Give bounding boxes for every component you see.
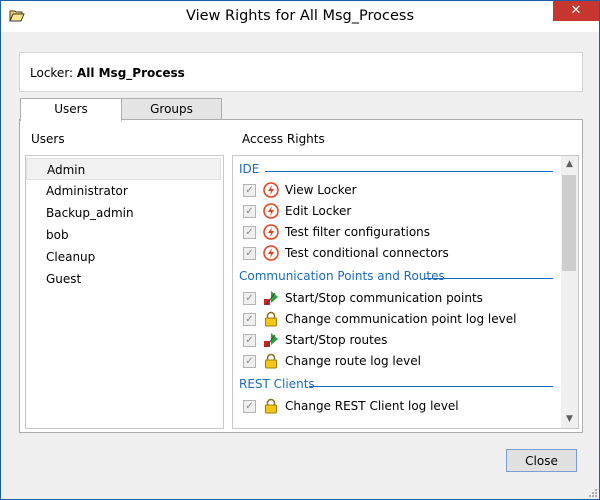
user-item-guest[interactable]: Guest xyxy=(26,268,221,290)
right-label: Change route log level xyxy=(285,354,421,368)
title-bar[interactable]: View Rights for All Msg_Process ✕ xyxy=(1,1,599,32)
tab-content-panel: Users Access Rights Admin Administrator … xyxy=(19,119,583,433)
section-title: IDE xyxy=(239,162,260,176)
right-item-change-communication-point-log-level[interactable]: ✓ Change communication point log level xyxy=(243,310,553,330)
tab-users[interactable]: Users xyxy=(20,98,122,121)
locker-line: Locker: All Msg_Process xyxy=(30,66,185,80)
section-title: REST Clients xyxy=(239,377,315,391)
lock-icon xyxy=(265,398,277,414)
vertical-scrollbar[interactable]: ▲ ▼ xyxy=(561,156,578,428)
section-rest-clients-header: REST Clients xyxy=(239,377,315,395)
right-item-start-stop-communication-points[interactable]: ✓ Start/Stop communication points xyxy=(243,289,553,309)
user-item-administrator[interactable]: Administrator xyxy=(26,180,221,202)
lightning-icon xyxy=(263,245,279,261)
dialog-window: View Rights for All Msg_Process ✕ Locker… xyxy=(0,0,600,500)
right-label: View Locker xyxy=(285,183,357,197)
locker-name: All Msg_Process xyxy=(76,66,185,80)
tab-groups[interactable]: Groups xyxy=(121,98,222,119)
locker-panel: Locker: All Msg_Process xyxy=(19,52,583,92)
right-item-change-route-log-level[interactable]: ✓ Change route log level xyxy=(243,352,553,372)
right-item-test-filter-configurations[interactable]: ✓ Test filter configurations xyxy=(243,223,553,243)
right-label: Change communication point log level xyxy=(285,312,517,326)
section-ide-header: IDE xyxy=(239,162,259,180)
right-item-view-locker[interactable]: ✓ View Locker xyxy=(243,181,553,201)
scroll-thumb[interactable] xyxy=(562,175,576,271)
right-item-test-conditional-connectors[interactable]: ✓ Test conditional connectors xyxy=(243,244,553,264)
start-stop-icon xyxy=(264,291,278,306)
checkbox[interactable]: ✓ xyxy=(243,205,256,218)
right-item-start-stop-routes[interactable]: ✓ Start/Stop routes xyxy=(243,331,553,351)
resize-grip-icon[interactable] xyxy=(587,487,597,497)
section-divider xyxy=(309,386,553,387)
right-label: Start/Stop routes xyxy=(285,333,388,347)
checkbox[interactable]: ✓ xyxy=(243,247,256,260)
right-label: Change REST Client log level xyxy=(285,399,459,413)
close-button[interactable]: Close xyxy=(506,449,577,472)
right-label: Edit Locker xyxy=(285,204,352,218)
window-title: View Rights for All Msg_Process xyxy=(185,8,415,24)
scroll-up-arrow-icon[interactable]: ▲ xyxy=(561,156,578,173)
right-label: Test conditional connectors xyxy=(285,246,449,260)
scroll-down-arrow-icon[interactable]: ▼ xyxy=(561,411,578,428)
lightning-icon xyxy=(263,203,279,219)
access-rights-header: Access Rights xyxy=(242,132,325,146)
right-item-edit-locker[interactable]: ✓ Edit Locker xyxy=(243,202,553,222)
right-label: Test filter configurations xyxy=(285,225,431,239)
right-label: Start/Stop communication points xyxy=(285,291,483,305)
checkbox[interactable]: ✓ xyxy=(243,355,256,368)
user-item-cleanup[interactable]: Cleanup xyxy=(26,246,221,268)
checkbox[interactable]: ✓ xyxy=(243,226,256,239)
lightning-icon xyxy=(263,182,279,198)
checkbox[interactable]: ✓ xyxy=(243,400,256,413)
access-rights-list[interactable]: IDE ✓ View Locker ✓ Edit Locker ✓ Test f… xyxy=(232,155,579,429)
checkbox[interactable]: ✓ xyxy=(243,334,256,347)
checkbox[interactable]: ✓ xyxy=(243,292,256,305)
lock-icon xyxy=(265,353,277,369)
right-item-change-rest-client-log-level[interactable]: ✓ Change REST Client log level xyxy=(243,397,553,417)
locker-label: Locker: xyxy=(30,66,74,80)
user-item-backup-admin[interactable]: Backup_admin xyxy=(26,202,221,224)
start-stop-icon xyxy=(264,333,278,348)
user-item-admin[interactable]: Admin xyxy=(26,158,221,180)
section-title: Communication Points and Routes xyxy=(239,269,445,283)
checkbox[interactable]: ✓ xyxy=(243,184,256,197)
section-divider xyxy=(425,278,553,279)
lock-icon xyxy=(265,311,277,327)
users-list[interactable]: Admin Administrator Backup_admin bob Cle… xyxy=(25,155,224,429)
user-item-bob[interactable]: bob xyxy=(26,224,221,246)
section-communication-points-header: Communication Points and Routes xyxy=(239,269,445,287)
window-close-button[interactable]: ✕ xyxy=(553,1,599,21)
checkbox[interactable]: ✓ xyxy=(243,313,256,326)
users-header: Users xyxy=(31,132,65,146)
section-divider xyxy=(265,171,553,172)
lightning-icon xyxy=(263,224,279,240)
